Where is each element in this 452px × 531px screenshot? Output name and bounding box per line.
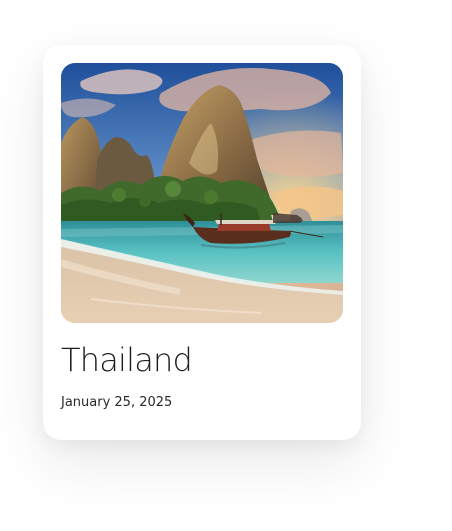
destination-title: Thailand bbox=[61, 341, 193, 379]
destination-card[interactable]: Thailand January 25, 2025 bbox=[43, 45, 361, 440]
thailand-beach-image bbox=[61, 63, 343, 323]
destination-date: January 25, 2025 bbox=[61, 395, 173, 410]
destination-photo bbox=[61, 63, 343, 323]
